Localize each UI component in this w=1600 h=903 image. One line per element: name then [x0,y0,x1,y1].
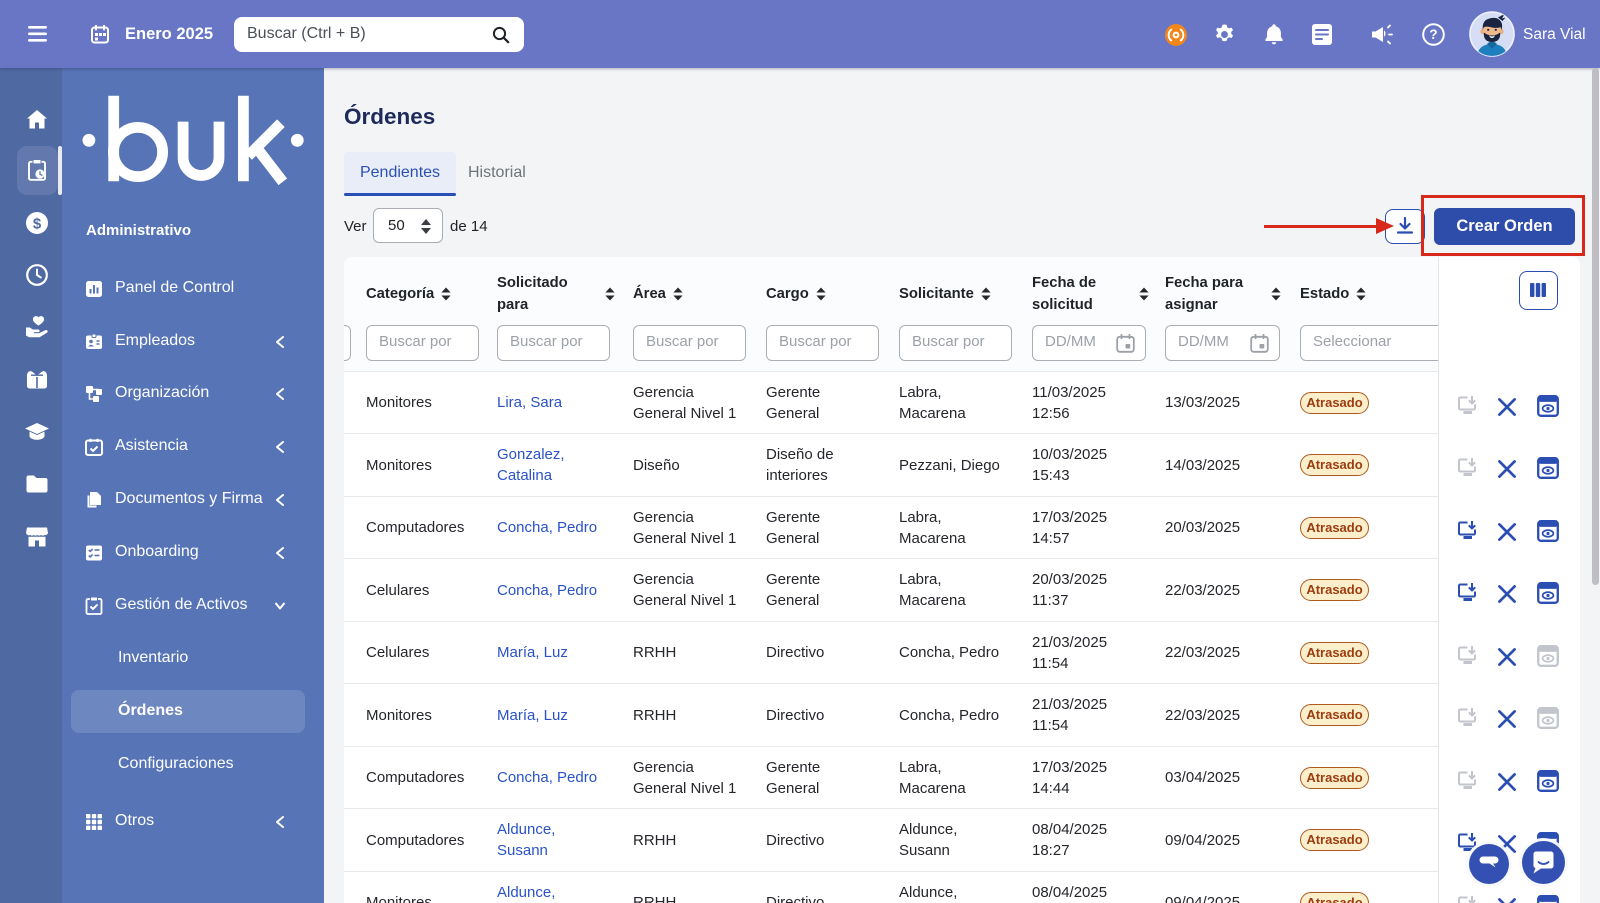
svg-text:$: $ [33,215,42,232]
svg-text:?: ? [1429,27,1437,42]
